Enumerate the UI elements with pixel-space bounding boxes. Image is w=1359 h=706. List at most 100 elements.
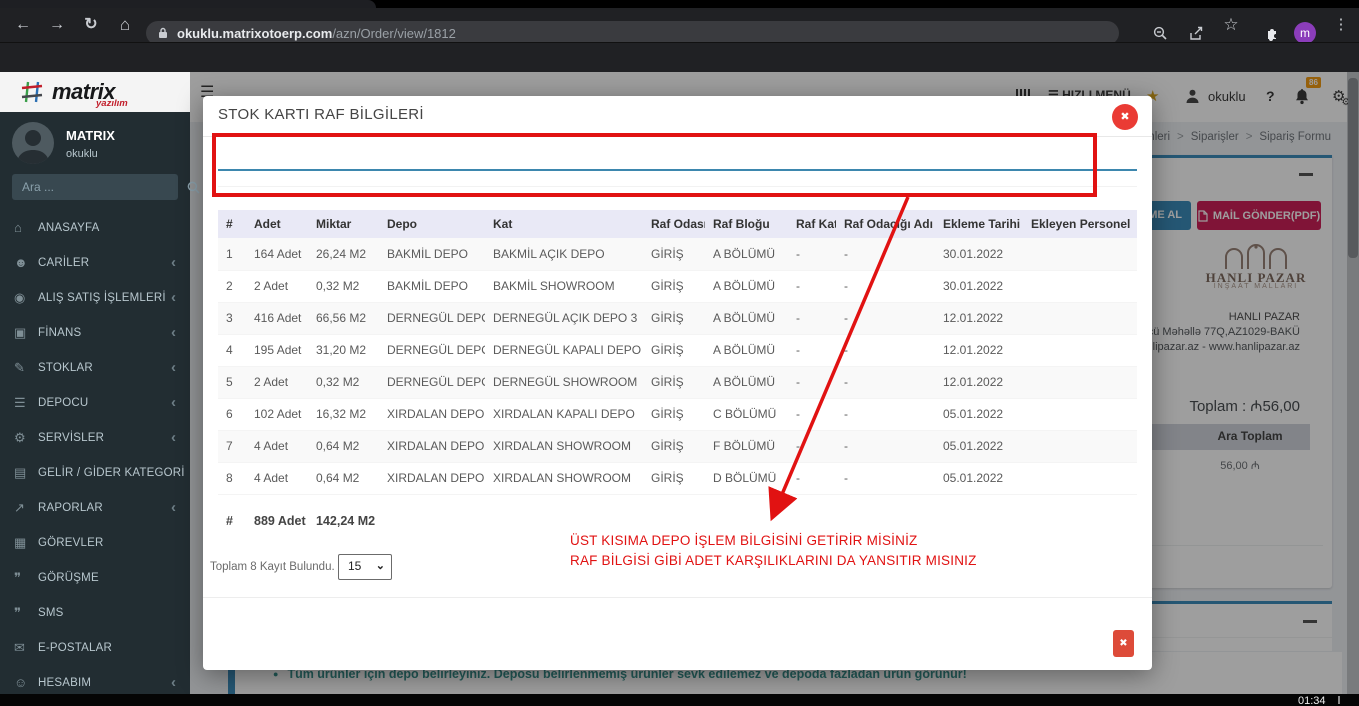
sidebar-item-raporlar[interactable]: ↗ RAPORLAR ‹ (0, 490, 190, 525)
column-header: # (218, 210, 246, 238)
column-header: Raf Odacığı Adı (836, 210, 935, 238)
table-cell: 12.01.2022 (935, 366, 1023, 399)
table-cell: DERNEGÜL KAPALI DEPO 1 (485, 334, 643, 367)
browser-menu-icon[interactable]: ⋮ (1328, 8, 1354, 42)
sidebar-user-name: MATRIX (66, 128, 115, 143)
record-count-text: Toplam 8 Kayıt Bulundu. (210, 561, 335, 573)
bookmark-star-icon[interactable]: ☆ (1218, 8, 1244, 42)
table-cell: 3 (218, 302, 246, 335)
table-cell (1023, 238, 1137, 271)
sidebar-item-stoklar[interactable]: ✎ STOKLAR ‹ (0, 350, 190, 385)
annotation-text-line1: ÜST KISIMA DEPO İŞLEM BİLGİSİNİ GETİRİR … (570, 533, 918, 548)
home-button[interactable]: ⌂ (112, 8, 138, 42)
totals-quantity: 889 Adet (254, 514, 306, 528)
browser-profile-avatar[interactable]: m (1294, 22, 1316, 44)
app-logo[interactable]: matrix yazılım (0, 72, 190, 112)
table-cell: GİRİŞ (643, 238, 705, 271)
sidebar-item-gorusme[interactable]: ❞ GÖRÜŞME (0, 560, 190, 595)
browser-tab[interactable] (0, 0, 376, 8)
column-header: Depo (379, 210, 485, 238)
column-header: Raf Odası (643, 210, 705, 238)
search-input[interactable] (12, 180, 187, 194)
sidebar-item-sms[interactable]: ❞ SMS (0, 595, 190, 630)
home-icon: ⌂ (14, 220, 22, 235)
table-cell: 05.01.2022 (935, 462, 1023, 495)
column-header: Raf Bloğu (705, 210, 788, 238)
modal-footer-close-button[interactable]: ✖ (1113, 630, 1134, 657)
table-row: 22 Adet 0,32 M2 BAKMİL DEPO BAKMİL SHOWROOM… (218, 270, 1137, 303)
envelope-icon: ✉ (14, 639, 25, 655)
sidebar-item-alis-satis-islemleri[interactable]: ◉ ALIŞ SATIŞ İŞLEMLERİ ‹ (0, 280, 190, 315)
table-cell: A BÖLÜMÜ (705, 270, 788, 303)
chevron-left-icon: ‹ (171, 674, 176, 691)
sidebar-item-label: GÖREVLER (38, 536, 104, 549)
table-cell: XIRDALAN SHOWROOM (485, 430, 643, 463)
table-cell: GİRİŞ (643, 398, 705, 431)
back-button[interactable]: ← (10, 8, 36, 42)
table-cell: XIRDALAN SHOWROOM (485, 462, 643, 495)
grid-icon: ▦ (14, 534, 27, 550)
sidebar-item-servisler[interactable]: ⚙ SERVİSLER ‹ (0, 420, 190, 455)
sidebar-user-role: okuklu (66, 148, 98, 160)
table-cell: - (788, 462, 836, 495)
close-icon: ✖ (1119, 638, 1128, 649)
chevron-left-icon: ‹ (171, 254, 176, 271)
database-icon: ☰ (14, 394, 26, 410)
comment-icon: ❞ (14, 604, 21, 620)
table-cell: A BÖLÜMÜ (705, 302, 788, 335)
sidebar-item-e-postalar[interactable]: ✉ E-POSTALAR (0, 630, 190, 665)
table-cell (1023, 366, 1137, 399)
table-cell: 4 Adet (246, 430, 308, 463)
table-cell: DERNEGÜL DEPO (379, 302, 485, 335)
url-path: /azn/Order/view/1812 (332, 25, 456, 41)
sidebar-item-label: GÖRÜŞME (38, 571, 99, 584)
reload-button[interactable]: ↻ (78, 8, 104, 42)
sidebar-item-cariler[interactable]: ☻ CARİLER ‹ (0, 245, 190, 280)
chevron-left-icon: ‹ (171, 359, 176, 376)
table-cell: - (836, 430, 935, 463)
table-cell: DERNEGÜL DEPO (379, 334, 485, 367)
table-cell: - (836, 238, 935, 271)
table-cell: 1 (218, 238, 246, 271)
table-cell: DERNEGÜL SHOWROOM (485, 366, 643, 399)
table-cell: 2 Adet (246, 366, 308, 399)
timestamp: 01:34 (1298, 695, 1326, 706)
file-icon: ▤ (14, 464, 27, 480)
table-cell: - (836, 302, 935, 335)
table-cell: 0,64 M2 (308, 430, 379, 463)
brand-subtitle: yazılım (96, 98, 128, 109)
table-cell: 05.01.2022 (935, 398, 1023, 431)
page-size-select[interactable]: 15 ⌄ (338, 554, 392, 580)
users-icon: ☻ (14, 255, 28, 270)
sidebar-item-gorevler[interactable]: ▦ GÖREVLER (0, 525, 190, 560)
sidebar-item-finans[interactable]: ▣ FİNANS ‹ (0, 315, 190, 350)
totals-hash: # (226, 514, 233, 528)
table-cell: GİRİŞ (643, 462, 705, 495)
modal-close-button[interactable]: ✖ (1112, 104, 1138, 130)
table-cell: GİRİŞ (643, 302, 705, 335)
table-cell (1023, 398, 1137, 431)
sidebar-item-label: DEPOCU (38, 396, 89, 409)
sidebar-item-anasayfa[interactable]: ⌂ ANASAYFA (0, 210, 190, 245)
table-cell: XIRDALAN DEPO (379, 430, 485, 463)
table-row: 6 102 Adet 16,32 M2 XIRDALAN DEPO XIRDALAN K… (218, 398, 1137, 431)
sidebar: MATRIX okuklu ⌂ ANASAYFA ☻ CARİLER ‹ ◉ ALIŞ SA… (0, 112, 200, 698)
browser-tab-strip (0, 0, 1359, 8)
table-cell: - (836, 270, 935, 303)
sidebar-item-label: STOKLAR (38, 361, 93, 374)
column-header: Ekleyen Personel (1023, 210, 1137, 238)
sidebar-item-gelir-gider-kategori[interactable]: ▤ GELİR / GİDER KATEGORİ (0, 455, 190, 490)
sidebar-item-label: SERVİSLER (38, 431, 105, 444)
sidebar-item-label: CARİLER (38, 256, 90, 269)
table-cell: GİRİŞ (643, 366, 705, 399)
divider (203, 597, 1152, 598)
table-cell: DERNEGÜL DEPO (379, 366, 485, 399)
sidebar-item-depocu[interactable]: ☰ DEPOCU ‹ (0, 385, 190, 420)
table-cell: A BÖLÜMÜ (705, 334, 788, 367)
forward-button[interactable]: → (44, 8, 70, 42)
gears-icon: ⚙ (14, 429, 26, 445)
table-cell: 4 (218, 334, 246, 367)
progress-tick (1338, 696, 1340, 704)
table-cell: 416 Adet (246, 302, 308, 335)
column-header: Miktar (308, 210, 379, 238)
